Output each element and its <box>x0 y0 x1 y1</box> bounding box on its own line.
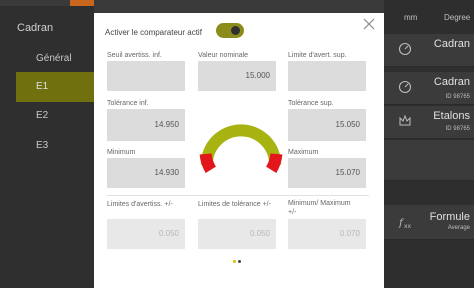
label-seuil-inf: Seuil avertiss. inf. <box>107 52 162 59</box>
comparator-dialog: Activer le comparateur actif Seuil avert… <box>94 13 384 288</box>
active-comparator-toggle[interactable] <box>216 23 244 38</box>
tolerance-inf-field[interactable]: 14.950 <box>107 109 185 141</box>
right-row-empty <box>384 140 474 181</box>
gauge-icon <box>398 80 412 94</box>
label-lim-avert: Limites d'avertiss. +/- <box>107 201 173 208</box>
row-title: Formule <box>429 211 470 223</box>
right-row-formule[interactable]: f xx Formule Average <box>384 205 474 240</box>
limite-sup-field[interactable] <box>288 61 366 91</box>
label-tol-sup: Tolérance sup. <box>288 100 334 107</box>
right-row-cadran-id[interactable]: Cadran ID 98765 <box>384 72 474 105</box>
toggle-knob <box>231 26 240 35</box>
unit-mm-button[interactable]: mm <box>404 6 417 30</box>
label-lim-tol: Limites de tolérance +/- <box>198 201 271 208</box>
right-row-cadran[interactable]: Cadran <box>384 34 474 67</box>
page-dot[interactable] <box>238 260 241 263</box>
right-row-etalons[interactable]: Etalons ID 98765 <box>384 106 474 139</box>
seuil-inf-field[interactable] <box>107 61 185 91</box>
gauge-red-left <box>199 153 217 173</box>
formula-icon: f xx <box>398 215 412 230</box>
tolerance-limits-field[interactable]: 0.050 <box>198 219 276 249</box>
page-dot-active[interactable] <box>233 260 236 263</box>
divider <box>107 195 369 196</box>
label-maximum: Maximum <box>288 149 319 156</box>
nav-item-e3[interactable]: E3 <box>16 131 94 161</box>
maximum-field[interactable]: 15.070 <box>288 158 366 188</box>
row-sub: Average <box>447 225 470 231</box>
nav-item-general[interactable]: Général <box>16 44 94 74</box>
crown-icon <box>398 114 412 128</box>
close-icon[interactable] <box>362 17 376 31</box>
label-limite-sup: Limite d'avert. sup. <box>288 52 347 59</box>
toggle-label: Activer le comparateur actif <box>105 28 202 37</box>
label-nominale: Valeur nominale <box>198 52 249 59</box>
row-sub: ID 98765 <box>445 126 470 132</box>
accent-strip <box>70 0 94 6</box>
minimum-field[interactable]: 14.930 <box>107 158 185 188</box>
nav-item-e2[interactable]: E2 <box>16 101 94 131</box>
svg-text:xx: xx <box>404 223 412 229</box>
row-sub: ID 98765 <box>445 94 470 100</box>
tolerance-sup-field[interactable]: 15.050 <box>288 109 366 141</box>
gauge-red-right <box>265 153 283 173</box>
minmax-limits-field[interactable]: 0.070 <box>288 219 366 249</box>
panel-title: Cadran <box>17 22 54 34</box>
warning-limits-field[interactable]: 0.050 <box>107 219 185 249</box>
label-tol-inf: Tolérance inf. <box>107 100 149 107</box>
nominal-value-field[interactable]: 15.000 <box>198 61 276 91</box>
row-title: Cadran <box>433 76 470 88</box>
page-indicator <box>232 250 242 268</box>
gauge-green-arc <box>200 124 282 165</box>
row-title: Cadran <box>433 38 470 50</box>
row-title: Etalons <box>433 110 470 122</box>
tolerance-gauge <box>199 124 283 173</box>
label-minimum: Minimum <box>107 149 136 156</box>
label-minmax: Minimum/ Maximum +/- <box>288 200 351 216</box>
gauge-icon <box>398 42 412 56</box>
nav-item-e1[interactable]: E1 <box>16 72 94 102</box>
unit-degree-button[interactable]: Degree <box>444 6 470 30</box>
